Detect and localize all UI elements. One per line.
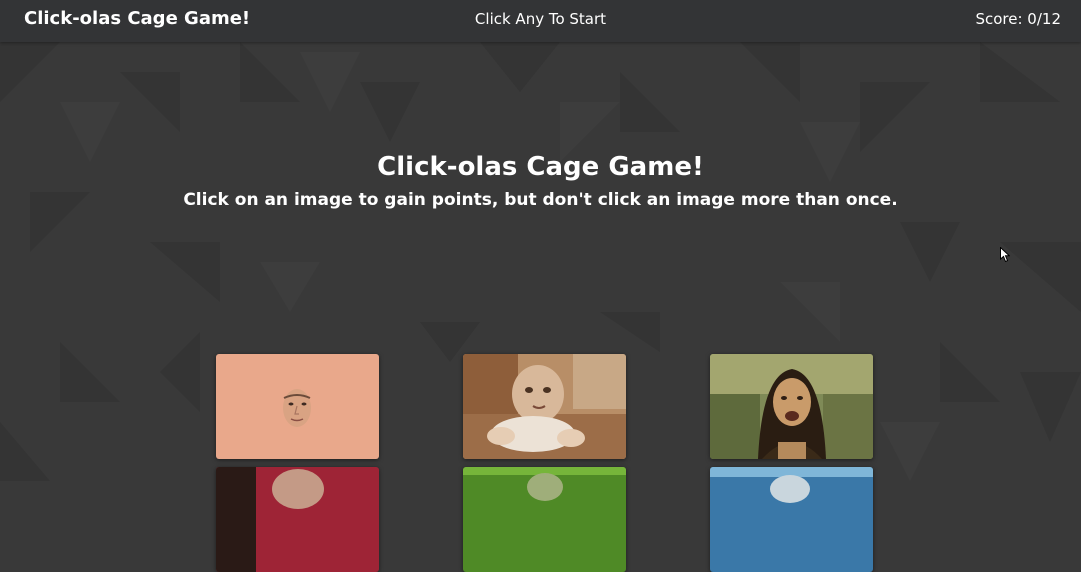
game-status-message: Click Any To Start (474, 10, 607, 28)
cage-blue-icon (710, 467, 873, 572)
cage-green-icon (463, 467, 626, 572)
hero-section: Click-olas Cage Game! Click on an image … (0, 150, 1081, 212)
navbar: Click-olas Cage Game! Click Any To Start… (0, 0, 1081, 42)
image-card-4[interactable] (216, 467, 379, 572)
mouse-cursor-icon (1000, 247, 1010, 263)
cage-red-icon (216, 467, 379, 572)
cage-mona-lisa-icon (710, 354, 873, 459)
image-card-2[interactable] (463, 354, 626, 459)
cage-baby-icon (463, 354, 626, 459)
hero-instructions: Click on an image to gain points, but do… (183, 190, 898, 210)
hero-title: Click-olas Cage Game! (377, 152, 704, 182)
image-card-3[interactable] (710, 354, 873, 459)
score-counter: Score: 0/12 (975, 10, 1061, 28)
image-card-5[interactable] (463, 467, 626, 572)
image-card-6[interactable] (710, 467, 873, 572)
cage-face-peach-icon (216, 354, 379, 459)
image-card-1[interactable] (216, 354, 379, 459)
